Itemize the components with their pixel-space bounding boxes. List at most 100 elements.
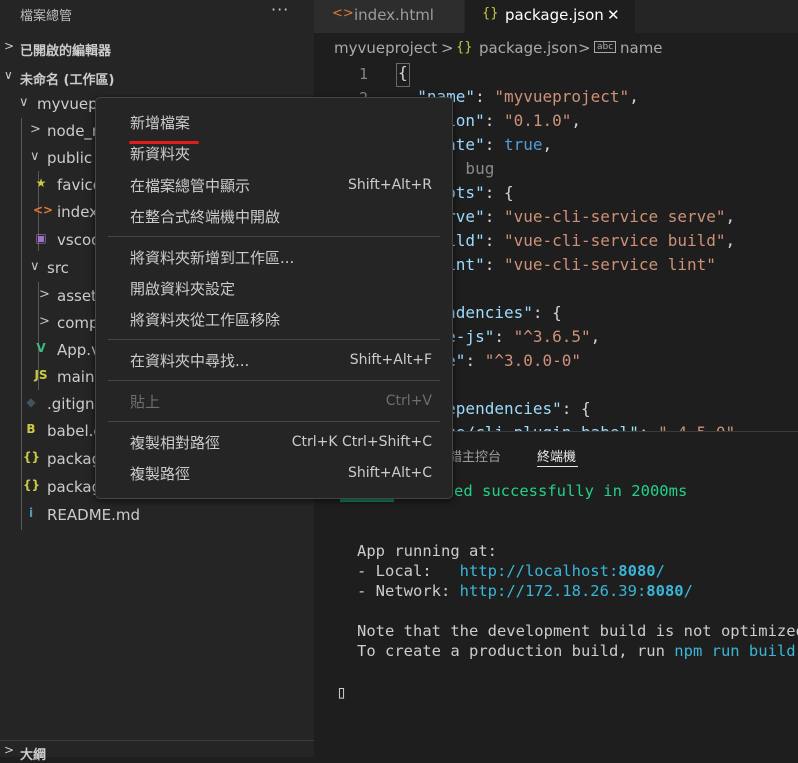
chevron-down-icon: ∨ xyxy=(30,149,40,164)
menu-item[interactable]: 在整合式終端機中開啟 xyxy=(96,201,452,232)
section-outline[interactable]: > 大綱 xyxy=(0,740,314,763)
menu-item[interactable]: 複製路徑 Shift+Alt+C xyxy=(96,458,452,489)
html-file-icon: <> xyxy=(332,6,354,21)
tab-terminal[interactable]: 終端機 xyxy=(537,446,576,465)
chevron-right-icon: > xyxy=(4,39,15,53)
terminal-network-label: - Network: xyxy=(357,582,460,600)
tree-item-label: public xyxy=(47,149,93,167)
tab-debug-console[interactable]: 錯主控台 xyxy=(449,446,501,465)
active-tab-indicator xyxy=(537,466,578,467)
terminal-compiled: piled successfully in 2000ms xyxy=(426,482,688,500)
tree-item-label: .gitign xyxy=(47,395,95,413)
menu-item-shortcut: Shift+Alt+C xyxy=(347,465,432,481)
tree-item-label: myvuep xyxy=(37,95,98,113)
menu-item[interactable]: 將資料夾新增到工作區... xyxy=(96,242,452,273)
terminal-note-text: To create a production build, run xyxy=(357,642,675,660)
chevron-right-icon: > xyxy=(578,39,591,57)
terminal-running: App running at: xyxy=(357,542,497,560)
file-type-icon: V xyxy=(36,341,46,355)
file-type-icon: {} xyxy=(23,478,41,492)
file-type-icon: ▣ xyxy=(35,231,47,245)
section-workspace-label: 未命名 (工作區) xyxy=(20,73,115,88)
file-type-icon: ◆ xyxy=(26,395,36,409)
chevron-right-icon: > xyxy=(30,122,41,137)
terminal-note: Note that the development build is not o… xyxy=(357,622,798,640)
menu-item[interactable]: 開啟資料夾設定 xyxy=(96,273,452,304)
tree-item-label: comp xyxy=(57,314,99,332)
local-slash[interactable]: / xyxy=(656,562,665,580)
network-slash[interactable]: / xyxy=(684,582,693,600)
file-type-icon: JS xyxy=(34,368,48,382)
tab-label: index.html xyxy=(354,6,434,24)
file-type-icon: B xyxy=(26,422,36,436)
network-url-link[interactable]: http://172.18.26.39: xyxy=(460,582,647,600)
tree-item[interactable]: i README.md xyxy=(0,502,314,529)
line-number: 1 xyxy=(358,65,368,83)
tree-item-label: packag xyxy=(47,450,102,468)
tree-item-label: main. xyxy=(57,368,100,386)
tree-item-label: babel.c xyxy=(47,422,102,440)
menu-item-label: 開啟資料夾設定 xyxy=(130,280,236,298)
menu-item[interactable]: 新資料夾 xyxy=(96,138,452,169)
npm-run-build: npm run build xyxy=(674,642,796,660)
network-port[interactable]: 8080 xyxy=(646,582,683,600)
menu-item[interactable]: 複製相對路徑 Ctrl+K Ctrl+Shift+C xyxy=(96,427,452,458)
menu-item[interactable]: 在資料夾中尋找... Shift+Alt+F xyxy=(96,345,452,376)
chevron-right-icon: > xyxy=(4,743,15,757)
menu-item-shortcut: Shift+Alt+F xyxy=(349,352,432,368)
menu-item-label: 貼上 xyxy=(130,393,161,411)
menu-separator xyxy=(108,421,440,422)
code-line: { xyxy=(398,63,408,82)
file-type-icon: <> xyxy=(33,203,54,217)
tab-package-json[interactable]: {} package.json ✕ xyxy=(465,0,635,33)
json-file-icon: {} xyxy=(456,40,473,55)
tab-index-html[interactable]: <> index.html xyxy=(314,0,464,33)
terminal-note: To create a production build, run npm ru… xyxy=(357,642,798,660)
breadcrumb-file[interactable]: package.json xyxy=(479,39,578,57)
close-icon[interactable]: ✕ xyxy=(607,6,620,24)
menu-item-shortcut: Shift+Alt+R xyxy=(348,177,432,193)
chevron-down-icon: ∨ xyxy=(30,259,40,274)
section-open-editors[interactable]: > 已開啟的編輯器 xyxy=(0,37,314,59)
chevron-right-icon: > xyxy=(39,287,50,302)
tree-item-label: index xyxy=(57,203,99,221)
tree-item-label: App.v xyxy=(57,341,100,359)
chevron-right-icon: > xyxy=(39,314,50,329)
section-outline-label: 大綱 xyxy=(20,748,47,763)
terminal-cursor[interactable]: ▯ xyxy=(336,682,347,703)
chevron-down-icon: ∨ xyxy=(19,95,29,110)
menu-item-shortcut: Ctrl+K Ctrl+Shift+C xyxy=(291,434,432,450)
menu-item-label: 將資料夾新增到工作區... xyxy=(130,249,295,267)
tree-item-label: packag xyxy=(47,478,102,496)
tree-item-label: src xyxy=(47,259,69,277)
more-actions-icon[interactable]: ··· xyxy=(271,0,289,19)
json-file-icon: {} xyxy=(482,6,499,21)
menu-separator xyxy=(108,339,440,340)
string-symbol-icon: abc xyxy=(594,41,617,53)
local-port[interactable]: 8080 xyxy=(618,562,655,580)
terminal-local: - Local: http://localhost:8080/ xyxy=(357,562,665,580)
menu-item: 貼上 Ctrl+V xyxy=(96,386,452,417)
breadcrumb-symbol[interactable]: name xyxy=(620,39,663,57)
file-type-icon: ★ xyxy=(35,176,47,190)
menu-item[interactable]: 將資料夾從工作區移除 xyxy=(96,304,452,335)
menu-item-label: 在整合式終端機中開啟 xyxy=(130,208,281,226)
terminal-network: - Network: http://172.18.26.39:8080/ xyxy=(357,582,693,600)
breadcrumb: myvueproject > {} package.json > abc nam… xyxy=(314,33,798,63)
local-url-link[interactable]: http://localhost: xyxy=(460,562,619,580)
menu-item-label: 新資料夾 xyxy=(130,145,191,163)
chevron-down-icon: ∨ xyxy=(4,68,13,82)
breadcrumb-folder[interactable]: myvueproject xyxy=(334,39,437,57)
tab-label: package.json xyxy=(505,6,604,24)
menu-item-shortcut: Ctrl+V xyxy=(385,393,432,409)
menu-item-label: 在資料夾中尋找... xyxy=(130,352,250,370)
menu-separator xyxy=(108,380,440,381)
menu-item-label: 新增檔案 xyxy=(130,114,191,132)
explorer-title: 檔案總管 xyxy=(20,9,73,24)
menu-separator xyxy=(108,236,440,237)
menu-item[interactable]: 在檔案總管中顯示 Shift+Alt+R xyxy=(96,170,452,201)
section-workspace[interactable]: ∨ 未命名 (工作區) xyxy=(0,66,314,88)
tree-item-label: README.md xyxy=(47,506,141,524)
menu-item-label: 複製相對路徑 xyxy=(130,434,221,452)
menu-item[interactable]: 新增檔案 xyxy=(96,107,452,138)
